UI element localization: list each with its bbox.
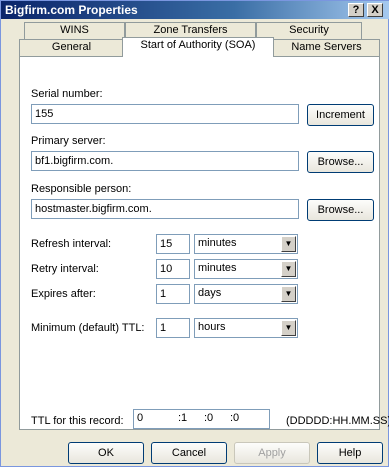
tab-wins[interactable]: WINS bbox=[24, 22, 125, 39]
apply-button: Apply bbox=[234, 442, 310, 464]
retry-interval-label: Retry interval: bbox=[31, 263, 99, 275]
cancel-button[interactable]: Cancel bbox=[151, 442, 227, 464]
refresh-unit-value: minutes bbox=[198, 237, 237, 249]
tab-general[interactable]: General bbox=[19, 39, 124, 56]
tab-name-servers[interactable]: Name Servers bbox=[273, 39, 380, 56]
retry-unit-select[interactable]: minutes ▼ bbox=[194, 259, 298, 279]
minimum-ttl-field[interactable]: 1 bbox=[156, 318, 190, 338]
tab-soa-label: Start of Authority (SOA) bbox=[140, 39, 256, 51]
record-ttl-label: TTL for this record: bbox=[31, 415, 124, 427]
minimum-ttl-unit-select[interactable]: hours ▼ bbox=[194, 318, 298, 338]
help-button[interactable]: Help bbox=[317, 442, 383, 464]
record-ttl-days[interactable]: 0 bbox=[137, 412, 143, 424]
ok-button[interactable]: OK bbox=[68, 442, 144, 464]
refresh-unit-select[interactable]: minutes ▼ bbox=[194, 234, 298, 254]
responsible-person-label: Responsible person: bbox=[31, 183, 132, 195]
tab-general-label: General bbox=[51, 41, 92, 53]
close-icon[interactable]: X bbox=[367, 3, 383, 17]
primary-server-field[interactable]: bf1.bigfirm.com. bbox=[31, 151, 299, 171]
record-ttl-minutes[interactable]: :0 bbox=[204, 412, 213, 424]
window-title: Bigfirm.com Properties bbox=[5, 3, 138, 17]
tab-security-label: Security bbox=[289, 24, 329, 36]
responsible-browse-button[interactable]: Browse... bbox=[307, 199, 374, 221]
serial-number-field[interactable]: 155 bbox=[31, 104, 299, 124]
primary-server-label: Primary server: bbox=[31, 135, 106, 147]
refresh-interval-label: Refresh interval: bbox=[31, 238, 112, 250]
record-ttl-field[interactable]: 0 :1 :0 :0 bbox=[133, 409, 270, 429]
expires-unit-select[interactable]: days ▼ bbox=[194, 284, 298, 304]
serial-number-label: Serial number: bbox=[31, 88, 103, 100]
refresh-interval-field[interactable]: 15 bbox=[156, 234, 190, 254]
retry-interval-field[interactable]: 10 bbox=[156, 259, 190, 279]
tab-soa[interactable]: Start of Authority (SOA) bbox=[122, 37, 274, 57]
record-ttl-seconds[interactable]: :0 bbox=[230, 412, 239, 424]
properties-dialog: Bigfirm.com Properties ? X WINS Zone Tra… bbox=[0, 0, 389, 467]
help-icon[interactable]: ? bbox=[348, 3, 364, 17]
record-ttl-hours[interactable]: :1 bbox=[178, 412, 187, 424]
chevron-down-icon[interactable]: ▼ bbox=[281, 261, 296, 277]
tab-name-servers-label: Name Servers bbox=[291, 41, 362, 53]
minimum-ttl-label: Minimum (default) TTL: bbox=[31, 322, 145, 334]
retry-unit-value: minutes bbox=[198, 262, 237, 274]
expires-after-label: Expires after: bbox=[31, 288, 96, 300]
chevron-down-icon[interactable]: ▼ bbox=[281, 320, 296, 336]
increment-button[interactable]: Increment bbox=[307, 104, 374, 126]
responsible-person-field[interactable]: hostmaster.bigfirm.com. bbox=[31, 199, 299, 219]
chevron-down-icon[interactable]: ▼ bbox=[281, 236, 296, 252]
tab-zone-transfers-label: Zone Transfers bbox=[153, 24, 228, 36]
primary-browse-button[interactable]: Browse... bbox=[307, 151, 374, 173]
tab-wins-label: WINS bbox=[60, 24, 89, 36]
expires-after-field[interactable]: 1 bbox=[156, 284, 190, 304]
title-bar: Bigfirm.com Properties ? X bbox=[1, 1, 389, 19]
expires-unit-value: days bbox=[198, 287, 222, 299]
chevron-down-icon[interactable]: ▼ bbox=[281, 286, 296, 302]
minimum-ttl-unit-value: hours bbox=[198, 321, 226, 333]
record-ttl-format: (DDDDD:HH.MM.SS) bbox=[286, 415, 389, 427]
